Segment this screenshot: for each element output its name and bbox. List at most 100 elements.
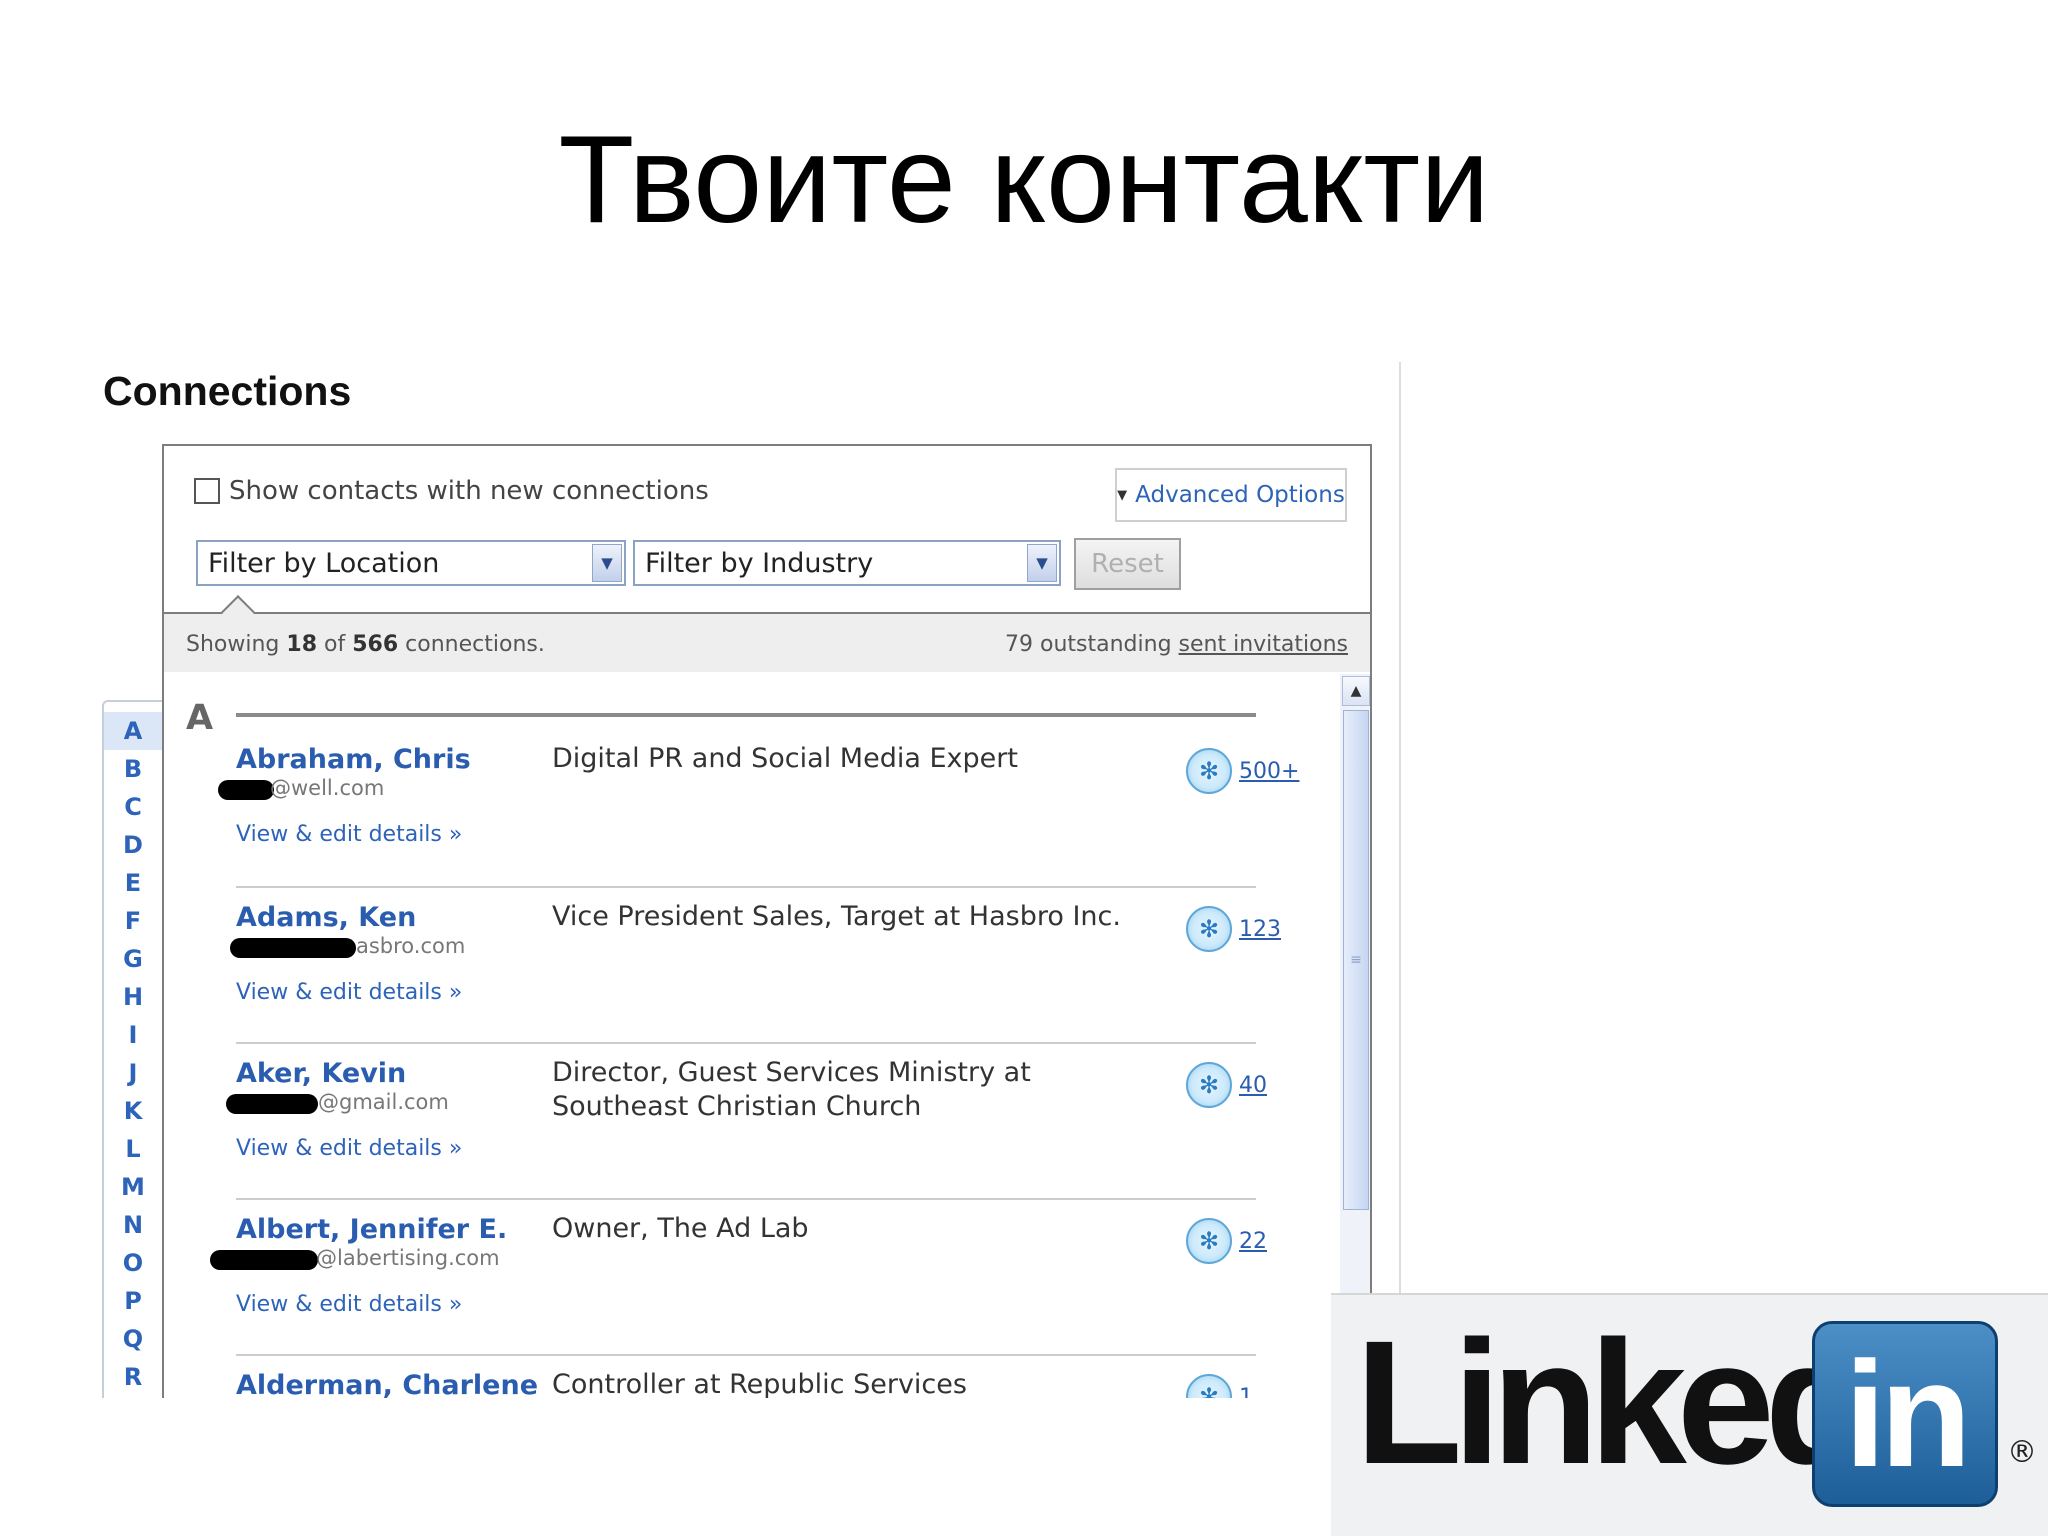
showing-prefix: Showing [186,632,280,657]
network-icon: ✻ [1186,1374,1232,1398]
view-edit-details-link[interactable]: View & edit details » [236,1136,462,1161]
view-edit-details-link[interactable]: View & edit details » [236,1292,462,1317]
contact-row: Adams, Ken asbro.com View & edit details… [230,886,1281,1042]
logo-in-text: in [1844,1330,1971,1498]
chevron-down-icon[interactable]: ▼ [1027,544,1057,582]
alpha-letter-d[interactable]: D [104,826,162,864]
status-bar: Showing 18 of 566 connections. 79 outsta… [164,595,1370,672]
connections-indicator[interactable]: ✻ 40 [1186,1062,1267,1108]
alpha-letter-r[interactable]: R [104,1358,162,1396]
contact-email: @well.com [270,776,385,800]
network-icon: ✻ [1186,1062,1232,1108]
alpha-letter-l[interactable]: L [104,1130,162,1168]
connections-indicator[interactable]: ✻ 123 [1186,906,1281,952]
contact-name[interactable]: Albert, Jennifer E. [236,1214,507,1245]
contact-headline: Controller at Republic Services [552,1369,967,1398]
scroll-thumb[interactable]: ≡ [1343,710,1369,1210]
outstanding-text: 79 outstanding [1005,632,1172,657]
filter-location-value: Filter by Location [208,547,440,579]
contact-row: Alderman, Charlene Controller at Republi… [236,1354,1256,1398]
redaction-mark [230,938,356,958]
contact-headline: Digital PR and Social Media Expert [552,743,1018,774]
of-word: of [324,632,346,657]
connection-count[interactable]: 1 [1239,1385,1253,1399]
contact-name[interactable]: Abraham, Chris [236,744,471,775]
alpha-letter-h[interactable]: H [104,978,162,1016]
group-letter: A [186,698,214,738]
redaction-mark [210,1250,318,1270]
logo-in-box: in [1812,1321,1998,1507]
connections-indicator[interactable]: ✻ 22 [1186,1218,1267,1264]
showing-count: Showing 18 of 566 connections. [186,632,545,657]
alpha-letter-b[interactable]: B [104,750,162,788]
network-icon: ✻ [1186,1218,1232,1264]
contact-row: Aker, Kevin @gmail.com View & edit detai… [226,1042,1267,1198]
reset-button[interactable]: Reset [1074,538,1181,590]
alpha-letter-o[interactable]: O [104,1244,162,1282]
filter-location-select[interactable]: Filter by Location ▼ [196,540,626,586]
network-icon: ✻ [1186,906,1232,952]
scroll-up-icon[interactable]: ▲ [1342,676,1370,706]
new-connections-option[interactable]: Show contacts with new connections [194,476,709,506]
list-scrollbar[interactable]: ▲ ≡ [1340,674,1370,1398]
alpha-letter-e[interactable]: E [104,864,162,902]
new-connections-label: Show contacts with new connections [229,476,709,506]
contact-name[interactable]: Aker, Kevin [236,1058,406,1089]
advanced-options-button[interactable]: ▼ Advanced Options [1115,468,1347,522]
alphabet-index: A B C D E F G H I J K L M N O P Q R [102,700,162,1398]
alpha-letter-q[interactable]: Q [104,1320,162,1358]
contact-name[interactable]: Adams, Ken [236,902,416,933]
new-connections-checkbox[interactable] [194,478,220,504]
group-divider [236,713,1256,717]
connections-indicator[interactable]: ✻ 500+ [1186,748,1299,794]
contact-row: Abraham, Chris @well.com View & edit det… [218,730,1299,886]
filter-industry-select[interactable]: Filter by Industry ▼ [633,540,1061,586]
contact-headline: Vice President Sales, Target at Hasbro I… [552,901,1121,932]
outstanding-invitations: 79 outstanding sent invitations [1005,632,1348,657]
connection-count[interactable]: 500+ [1239,759,1299,784]
alpha-letter-i[interactable]: I [104,1016,162,1054]
alpha-letter-n[interactable]: N [104,1206,162,1244]
connections-word: connections. [405,632,545,657]
total-count: 566 [352,632,399,657]
connections-indicator[interactable]: ✻ 1 [1186,1374,1253,1398]
contact-email: @labertising.com [316,1246,500,1270]
page-title: Connections [103,368,352,414]
contact-headline: Director, Guest Services Ministry at Sou… [552,1057,1031,1122]
alpha-letter-c[interactable]: C [104,788,162,826]
connection-count[interactable]: 123 [1239,917,1281,942]
alpha-letter-p[interactable]: P [104,1282,162,1320]
alpha-letter-m[interactable]: M [104,1168,162,1206]
view-edit-details-link[interactable]: View & edit details » [236,980,462,1005]
contact-email: @gmail.com [318,1090,449,1114]
contact-name[interactable]: Alderman, Charlene [236,1370,538,1398]
network-icon: ✻ [1186,748,1232,794]
logo-wordmark: Linked [1355,1305,1872,1501]
contact-email: asbro.com [356,934,466,958]
filter-industry-value: Filter by Industry [645,547,874,579]
connections-panel: Show contacts with new connections ▼ Adv… [162,444,1372,1398]
slide-title: Твоите контакти [558,111,1490,249]
caret-down-icon: ▼ [1117,487,1128,503]
redaction-mark [226,1094,318,1114]
alpha-letter-a[interactable]: A [104,712,162,750]
contact-row: Albert, Jennifer E. @labertising.com Vie… [210,1198,1267,1354]
sent-invitations-link[interactable]: sent invitations [1179,632,1348,657]
connection-count[interactable]: 40 [1239,1073,1267,1098]
advanced-options-label: Advanced Options [1135,482,1345,508]
chevron-down-icon[interactable]: ▼ [592,544,622,582]
registered-mark: ® [2007,1435,2037,1470]
linkedin-logo: Linked in ® [1331,1293,2048,1536]
view-edit-details-link[interactable]: View & edit details » [236,822,462,847]
alpha-letter-k[interactable]: K [104,1092,162,1130]
alpha-letter-j[interactable]: J [104,1054,162,1092]
contact-list: A Abraham, Chris @well.com View & edit d… [164,672,1370,1398]
redaction-mark [218,780,274,800]
vertical-divider [1399,362,1401,1414]
shown-count: 18 [286,632,318,657]
connection-count[interactable]: 22 [1239,1229,1267,1254]
contact-headline: Owner, The Ad Lab [552,1213,809,1244]
filter-controls: Show contacts with new connections ▼ Adv… [164,446,1370,612]
alpha-letter-g[interactable]: G [104,940,162,978]
alpha-letter-f[interactable]: F [104,902,162,940]
